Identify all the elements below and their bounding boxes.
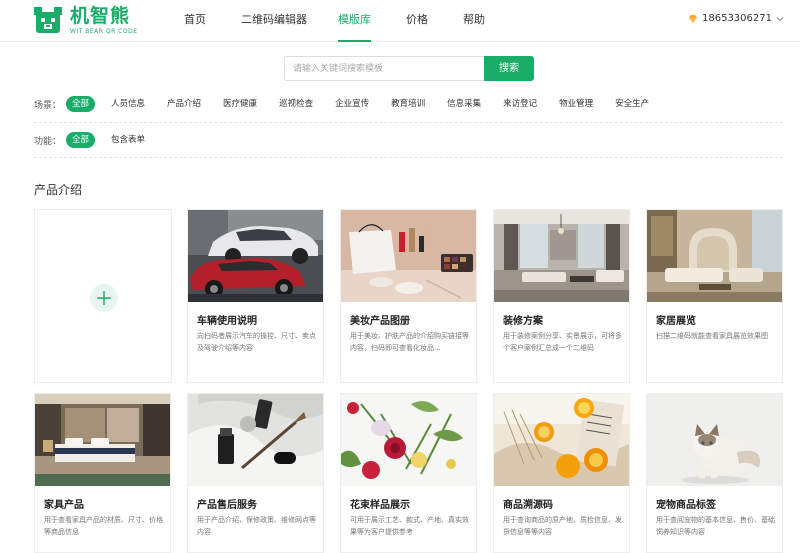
user-account-menu[interactable]: 18653306271 [688,12,784,26]
function-chip-form[interactable]: 包含表单 [111,132,145,148]
create-template-card[interactable] [34,209,172,383]
template-card[interactable]: 产品售后服务 用于产品介绍、保修政策、维修网点等内容 [187,393,324,553]
scene-chip-property[interactable]: 物业管理 [559,96,593,112]
scene-chip-medical[interactable]: 医疗健康 [223,96,257,112]
top-header: 机智熊 WIT BEAR QR CODE 首页 二维码编辑器 模版库 价格 帮助… [0,0,800,42]
card-description: 可用于展示工艺、款式、产地、真实效果等为客户提供参考 [350,516,469,536]
card-description: 用于装修案例分享、实景展示，可将多个客户案例汇总成一个二维码 [503,332,622,352]
card-thumbnail [188,210,323,302]
plus-icon [97,291,111,305]
card-thumbnail [188,394,323,486]
function-label: 功能： [34,136,62,147]
card-description: 用于产品介绍、保修政策、维修网点等内容 [197,516,316,536]
nav-template-library[interactable]: 模版库 [338,0,371,42]
filter-divider [34,122,783,123]
template-card[interactable]: 家居展览 扫描二维码就能查看家具展览效果图 [646,209,783,383]
card-thumbnail [341,394,476,486]
template-card[interactable]: 宠物商品标签 用于查阅宠物的基本信息、售价、基础饲养知识等内容 [646,393,783,553]
template-card[interactable]: 花束样品展示 可用于展示工艺、款式、产地、真实效果等为客户提供参考 [340,393,477,553]
scene-chip-enterprise[interactable]: 企业宣传 [335,96,369,112]
logo-name: 机智熊 [70,5,131,27]
card-title: 家具产品 [44,500,84,511]
scene-chip-visitor[interactable]: 来访登记 [503,96,537,112]
card-title: 宠物商品标签 [656,500,716,511]
template-card[interactable]: 车辆使用说明 向扫码者展示汽车的操控、尺寸、卖点及驾驶介绍等内容 [187,209,324,383]
card-title: 车辆使用说明 [197,316,257,327]
nav-home[interactable]: 首页 [184,0,206,42]
scene-chip-education[interactable]: 教育培训 [391,96,425,112]
card-thumbnail [647,210,782,302]
user-phone: 18653306271 [702,13,772,24]
template-card[interactable]: 装修方案 用于装修案例分享、实景展示，可将多个客户案例汇总成一个二维码 [493,209,630,383]
card-thumbnail [494,210,629,302]
card-thumbnail [494,394,629,486]
search-button[interactable]: 搜索 [484,56,534,81]
card-title: 商品溯源码 [503,500,553,511]
card-thumbnail [341,210,476,302]
card-thumbnail [35,394,170,486]
function-chip-all[interactable]: 全部 [66,132,96,148]
card-description: 用于查询商品的原产地、质检信息、发货信息等等内容 [503,516,622,536]
card-title: 家居展览 [656,316,696,327]
card-description: 扫描二维码就能查看家具展览效果图 [656,332,768,340]
chevron-down-icon [776,17,784,22]
scene-filter-row: 场景： 全部 人员信息 产品介绍 医疗健康 巡视检查 企业宣传 教育培训 信息采… [34,95,784,113]
card-description: 用于查看家具产品的材质、尺寸、价格等商品信息 [44,516,163,536]
nav-qr-editor[interactable]: 二维码编辑器 [241,0,307,42]
search-input[interactable] [284,56,484,81]
template-card[interactable]: 商品溯源码 用于查询商品的原产地、质检信息、发货信息等等内容 [493,393,630,553]
scene-chip-all[interactable]: 全部 [66,96,96,112]
logo[interactable]: 机智熊 WIT BEAR QR CODE [33,4,137,36]
card-title: 装修方案 [503,316,543,327]
nav-pricing[interactable]: 价格 [406,0,428,42]
scene-chip-inspection[interactable]: 巡视检查 [279,96,313,112]
function-filter-row: 功能： 全部 包含表单 [34,131,784,149]
card-description: 向扫码者展示汽车的操控、尺寸、卖点及驾驶介绍等内容 [197,332,316,352]
scene-label: 场景： [34,100,62,111]
scene-chip-safety[interactable]: 安全生产 [615,96,649,112]
nav-help[interactable]: 帮助 [463,0,485,42]
card-title: 美妆产品图册 [350,316,410,327]
vip-diamond-icon [689,15,697,23]
card-title: 花束样品展示 [350,500,410,511]
add-button[interactable] [90,284,118,312]
scene-chip-personnel[interactable]: 人员信息 [111,96,145,112]
filter-divider [34,157,783,158]
template-card[interactable]: 家具产品 用于查看家具产品的材质、尺寸、价格等商品信息 [34,393,171,553]
card-title: 产品售后服务 [197,500,257,511]
scene-chip-product[interactable]: 产品介绍 [167,96,201,112]
bear-logo-icon [34,7,62,33]
scene-chip-info-collect[interactable]: 信息采集 [447,96,481,112]
card-description: 用于美妆、护肤产品的介绍购买链接等内容，扫码即可查看化妆品... [350,332,469,352]
card-description: 用于查阅宠物的基本信息、售价、基础饲养知识等内容 [656,516,775,536]
logo-subtitle: WIT BEAR QR CODE [70,28,138,35]
card-thumbnail [647,394,782,486]
section-title: 产品介绍 [34,183,83,197]
template-card[interactable]: 美妆产品图册 用于美妆、护肤产品的介绍购买链接等内容，扫码即可查看化妆品... [340,209,477,383]
